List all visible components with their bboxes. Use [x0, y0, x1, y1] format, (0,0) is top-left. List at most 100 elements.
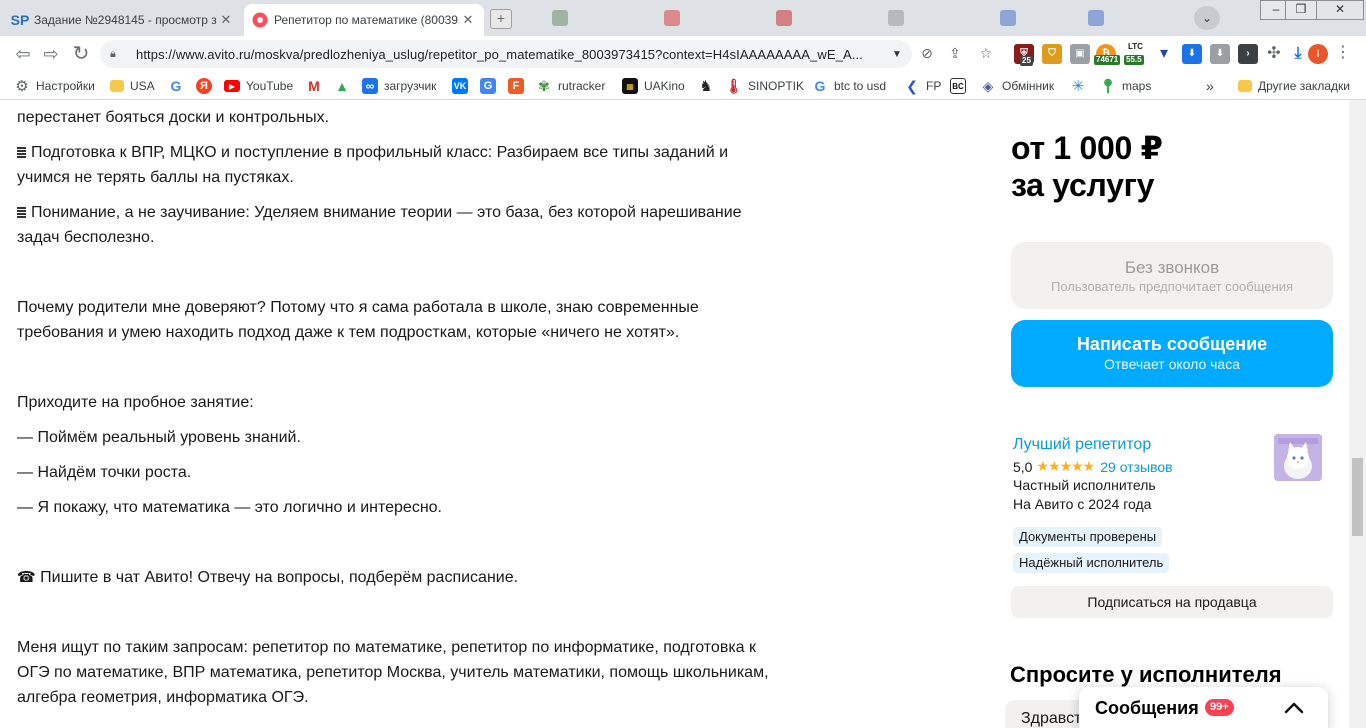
bookmark-sinoptik[interactable]: 🌡︎ SINOPTIK — [725, 77, 804, 95]
forward-arrow-icon[interactable]: ⇨ — [40, 44, 62, 64]
bookmark-uakino[interactable]: ▦ UAKino — [622, 77, 685, 95]
bc-icon: BC — [950, 78, 966, 94]
bookmark-translate[interactable]: G — [480, 77, 502, 95]
no-calls-button[interactable]: Без звонков Пользователь предпочитает со… — [1011, 242, 1333, 309]
write-message-button[interactable]: Написать сообщение Отвечает около часа — [1011, 320, 1333, 387]
tab-title: Репетитор по математике (80039 — [274, 13, 458, 27]
close-tab-icon[interactable]: ✕ — [218, 12, 234, 28]
bookmark-google[interactable]: G — [168, 77, 190, 95]
bookmark-snowflake[interactable]: ✳ — [1070, 77, 1092, 95]
scrollbar-thumb[interactable] — [1352, 458, 1363, 536]
browser-toolbar: ⇦ ⇨ ↻ 🔒︎ https://www.avito.ru/moskva/pre… — [0, 36, 1366, 72]
download-manager-icon[interactable]: ⬇ — [1182, 44, 1202, 64]
translate-icon: G — [480, 78, 496, 94]
documents-verified-badge: Документы проверены — [1013, 527, 1163, 547]
camera-blocked-icon[interactable]: ⊘ — [918, 44, 936, 62]
yandex-icon: Я — [196, 78, 212, 94]
ask-performer-heading: Спросите у исполнителя — [1010, 662, 1282, 687]
tab-mini-icon[interactable] — [1000, 10, 1016, 26]
tab-title: Задание №2948145 - просмотр з — [34, 13, 217, 27]
extension-download-icon[interactable]: ⬇ — [1210, 44, 1230, 64]
bookmark-other-folder[interactable]: Другие закладки — [1238, 77, 1350, 95]
subscribe-seller-button[interactable]: Подписаться на продавца — [1011, 586, 1333, 618]
bookmark-fp[interactable]: ❮ FP — [904, 77, 941, 95]
bookmarks-overflow-chevron[interactable]: » — [1206, 77, 1214, 95]
reviews-link[interactable]: 29 отзывов — [1100, 459, 1172, 475]
tab-mini-icon[interactable] — [1088, 10, 1104, 26]
bookmark-f[interactable]: F — [508, 77, 530, 95]
f-icon: F — [508, 78, 524, 94]
extension-v-icon[interactable]: ▾ — [1154, 44, 1174, 64]
tab-search-chevron-icon[interactable]: ⌄ — [1194, 6, 1220, 30]
page-content: перестанет бояться доски и контрольных. … — [0, 100, 1366, 728]
telephone-icon: ☎ — [17, 569, 36, 586]
bookmark-vk[interactable]: VK — [452, 77, 474, 95]
new-tab-button[interactable]: + — [490, 9, 512, 29]
rating-value: 5,0 — [1013, 458, 1033, 475]
restore-button[interactable]: ❐ — [1285, 0, 1317, 20]
tab-mini-icon[interactable] — [552, 10, 568, 26]
tab-sdamgia[interactable]: SP Задание №2948145 - просмотр з ✕ — [4, 4, 242, 36]
maps-icon: 📍︎ — [1099, 77, 1117, 94]
extensions-puzzle-icon[interactable]: ✣ — [1264, 44, 1284, 64]
bookmark-btc-to-usd[interactable]: Gbtc to usd — [812, 77, 886, 95]
bookmark-drive[interactable]: ▲ — [334, 77, 356, 95]
bookmark-chess[interactable]: ♞ — [698, 77, 720, 95]
chevron-up-icon[interactable] — [1281, 695, 1307, 721]
seller-avatar[interactable] — [1274, 434, 1322, 481]
bookmark-exchange[interactable]: ◈ Обмінник — [980, 77, 1054, 95]
description-paragraph: ☎ Пишите в чат Авито! Отвечу на вопросы,… — [17, 569, 519, 586]
avito-favicon-icon — [252, 12, 268, 28]
bookmark-downloader[interactable]: ∞ загрузчик — [362, 77, 436, 95]
price: от 1 000 ₽ за услугу — [1011, 130, 1163, 204]
tab-mini-icon[interactable] — [888, 10, 904, 26]
snowflake-icon: ✳ — [1071, 78, 1085, 95]
description-paragraph: Подготовка к ВПР, МЦКО и поступление в п… — [17, 140, 807, 165]
write-message-title: Написать сообщение — [1076, 334, 1268, 354]
btc-price-badge: 74671 — [1094, 55, 1121, 65]
seller-type: Частный исполнитель — [1013, 477, 1156, 493]
description-line: — Поймём реальный уровень знаний. — [17, 429, 301, 446]
tab-avito[interactable]: Репетитор по математике (80039 ✕ — [244, 4, 484, 36]
bookmark-bc[interactable]: BC — [950, 77, 972, 95]
gear-icon: ⚙ — [15, 78, 29, 95]
bullet-square-icon — [17, 147, 26, 158]
messages-panel[interactable]: Сообщения 99+ — [1079, 687, 1328, 728]
uakino-icon: ▦ — [622, 78, 638, 94]
profile-avatar[interactable]: I — [1308, 44, 1328, 64]
url-text[interactable]: https://www.avito.ru/moskva/predlozheniy… — [136, 47, 892, 62]
seller-name-link[interactable]: Лучший репетитор — [1013, 436, 1151, 454]
share-icon[interactable]: ⇪ — [946, 44, 964, 62]
back-arrow-icon[interactable]: ⇦ — [12, 44, 34, 64]
bookmark-settings[interactable]: ⚙ Настройки — [14, 77, 95, 95]
bookmark-star-icon[interactable]: ☆ — [977, 44, 995, 62]
reload-icon[interactable]: ↻ — [70, 44, 92, 64]
address-bar[interactable]: 🔒︎ https://www.avito.ru/moskva/predlozhe… — [100, 40, 912, 68]
description-line: требования и умею находить подход даже к… — [17, 324, 680, 341]
extension-badge: 25 — [1020, 56, 1033, 66]
description-line: задач бесполезно. — [17, 229, 155, 246]
bookmark-rutracker[interactable]: ✾ rutracker — [536, 77, 605, 95]
bookmark-gmail[interactable]: M — [306, 77, 328, 95]
extension-briefcase-icon[interactable]: ▣ — [1070, 44, 1090, 64]
description-line: учимся не терять баллы на пустяках. — [17, 169, 294, 186]
tab-mini-icon[interactable] — [776, 10, 792, 26]
scrollbar-track[interactable] — [1349, 100, 1366, 728]
extension-shield-icon[interactable]: ⛉ — [1042, 44, 1062, 64]
close-tab-icon[interactable]: ✕ — [460, 12, 476, 28]
google-icon: G — [170, 78, 182, 94]
dropdown-triangle-icon[interactable]: ▼ — [892, 49, 902, 60]
menu-kebab-icon[interactable]: ⋮ — [1334, 44, 1352, 62]
bookmark-maps[interactable]: 📍︎ maps — [1099, 77, 1151, 95]
gmail-icon: M — [308, 78, 320, 94]
bookmark-youtube[interactable]: ▶ YouTube — [224, 77, 293, 95]
bookmark-usa[interactable]: USA — [110, 77, 155, 95]
write-message-subtitle: Отвечает около часа — [1103, 356, 1241, 372]
downloads-icon[interactable]: ⤓ — [1288, 44, 1308, 64]
reliable-performer-badge: Надёжный исполнитель — [1013, 553, 1170, 573]
tab-mini-icon[interactable] — [664, 10, 680, 26]
extension-terminal-icon[interactable]: › — [1238, 44, 1258, 64]
messages-title: Сообщения — [1095, 698, 1199, 718]
bookmark-yandex[interactable]: Я — [196, 77, 218, 95]
close-window-button[interactable]: ✕ — [1316, 0, 1364, 20]
